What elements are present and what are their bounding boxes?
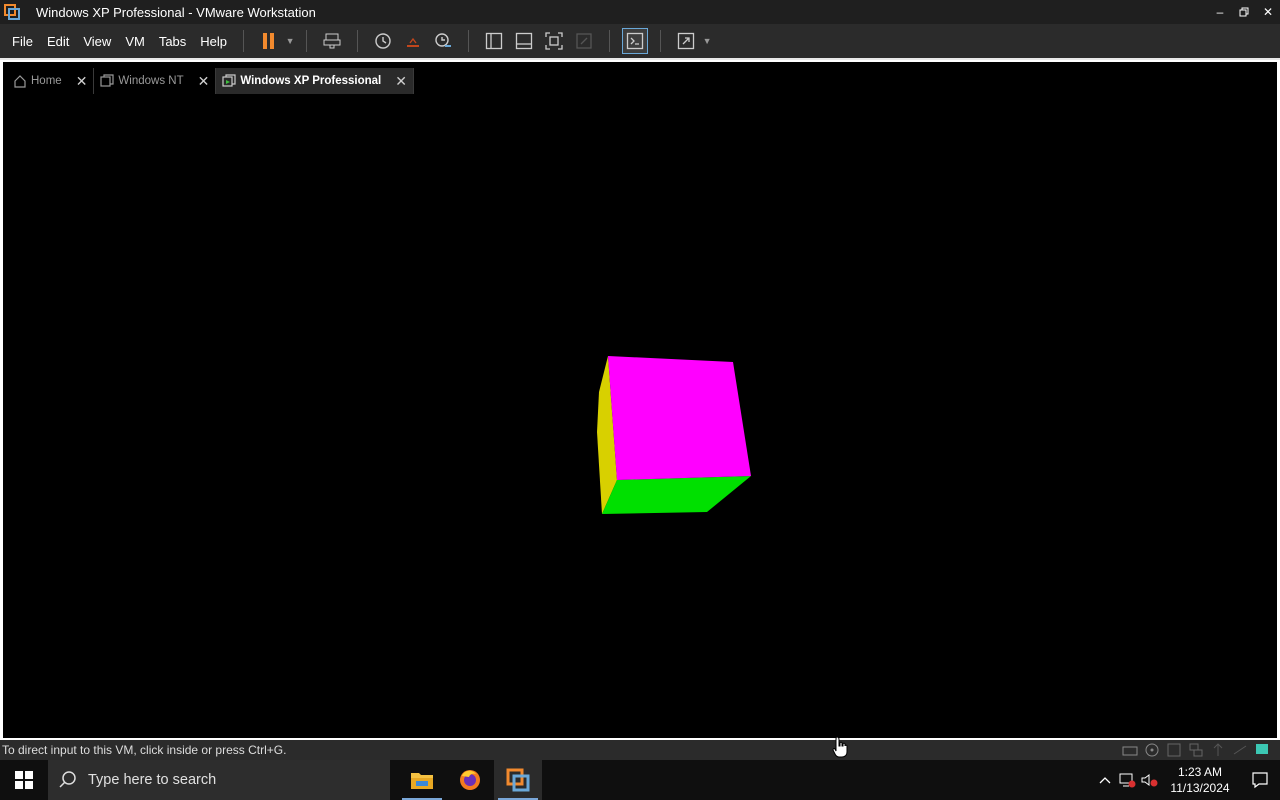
minimize-icon[interactable]: – (1208, 0, 1232, 24)
spinning-cube (597, 356, 751, 514)
snapshot-manager-icon[interactable] (430, 28, 456, 54)
menu-help[interactable]: Help (194, 30, 233, 52)
status-bar: To direct input to this VM, click inside… (0, 740, 1280, 760)
toolbar-separator (609, 30, 611, 52)
notification-center-icon[interactable] (1240, 760, 1280, 800)
stretch-icon[interactable] (673, 28, 699, 54)
full-screen-icon[interactable] (541, 28, 567, 54)
search-placeholder: Type here to search (88, 772, 217, 788)
toolbar-separator (306, 30, 308, 52)
usb-icon[interactable] (1210, 743, 1228, 757)
vm-screen[interactable]: Home ✕ Windows NT ✕ Windows XP Professio… (3, 62, 1277, 738)
floppy-icon[interactable] (1166, 743, 1184, 757)
clock[interactable]: 1:23 AM 11/13/2024 (1166, 764, 1234, 796)
send-ctrl-alt-del-icon[interactable] (319, 28, 345, 54)
network-icon[interactable] (1188, 743, 1206, 757)
vmware-window: Windows XP Professional - VMware Worksta… (0, 0, 1280, 760)
taskbar-search[interactable]: Type here to search (48, 760, 390, 800)
status-message: To direct input to this VM, click inside… (2, 743, 287, 757)
menu-view[interactable]: View (77, 30, 117, 52)
cd-rom-icon[interactable] (1144, 743, 1162, 757)
unity-icon (571, 28, 597, 54)
window-title: Windows XP Professional - VMware Worksta… (36, 4, 316, 20)
toolbar-separator (468, 30, 470, 52)
stretch-dropdown-icon[interactable]: ▼ (701, 28, 713, 54)
menu-file[interactable]: File (6, 30, 39, 52)
clock-time: 1:23 AM (1177, 765, 1223, 779)
device-icons (1118, 743, 1272, 757)
windows-logo-icon (15, 771, 33, 789)
console-view-icon[interactable] (622, 28, 649, 54)
thumbnail-bar-icon[interactable] (511, 28, 537, 54)
vm-console-frame: Home ✕ Windows NT ✕ Windows XP Professio… (0, 60, 1280, 740)
sound-icon[interactable] (1232, 743, 1250, 757)
cube-top-face (608, 356, 751, 480)
snapshot-icon[interactable] (370, 28, 396, 54)
toolbar-separator (357, 30, 359, 52)
revert-snapshot-icon[interactable] (400, 28, 426, 54)
pause-dropdown-icon[interactable]: ▼ (284, 28, 296, 54)
volume-muted-icon[interactable] (1138, 760, 1160, 800)
file-explorer-icon[interactable] (398, 760, 446, 800)
pause-icon[interactable] (256, 28, 282, 54)
vmware-workstation-icon[interactable] (494, 760, 542, 800)
library-icon[interactable] (481, 28, 507, 54)
system-tray: 1:23 AM 11/13/2024 (1094, 760, 1280, 800)
chevron-up-icon[interactable] (1094, 760, 1116, 800)
title-bar: Windows XP Professional - VMware Worksta… (0, 0, 1280, 24)
restore-icon[interactable] (1232, 0, 1256, 24)
hard-disk-icon[interactable] (1122, 743, 1140, 757)
close-icon[interactable]: ✕ (1256, 0, 1280, 24)
menu-toolbar: File Edit View VM Tabs Help ▼ ▼ (0, 24, 1280, 58)
hand-cursor-icon (832, 736, 848, 758)
network-status-icon[interactable] (1116, 760, 1138, 800)
toolbar-separator (243, 30, 245, 52)
menu-tabs[interactable]: Tabs (153, 30, 192, 52)
menu-edit[interactable]: Edit (41, 30, 75, 52)
windows-taskbar: Type here to search 1:23 AM 11/13/2024 (0, 760, 1280, 800)
vmware-app-icon (4, 4, 20, 20)
cube-bottom-face (602, 476, 751, 514)
clock-date: 11/13/2024 (1170, 781, 1230, 795)
message-log-icon[interactable] (1254, 743, 1272, 757)
menu-vm[interactable]: VM (119, 30, 151, 52)
firefox-icon[interactable] (446, 760, 494, 800)
toolbar-separator (660, 30, 662, 52)
search-icon (58, 770, 78, 790)
start-button[interactable] (0, 760, 48, 800)
